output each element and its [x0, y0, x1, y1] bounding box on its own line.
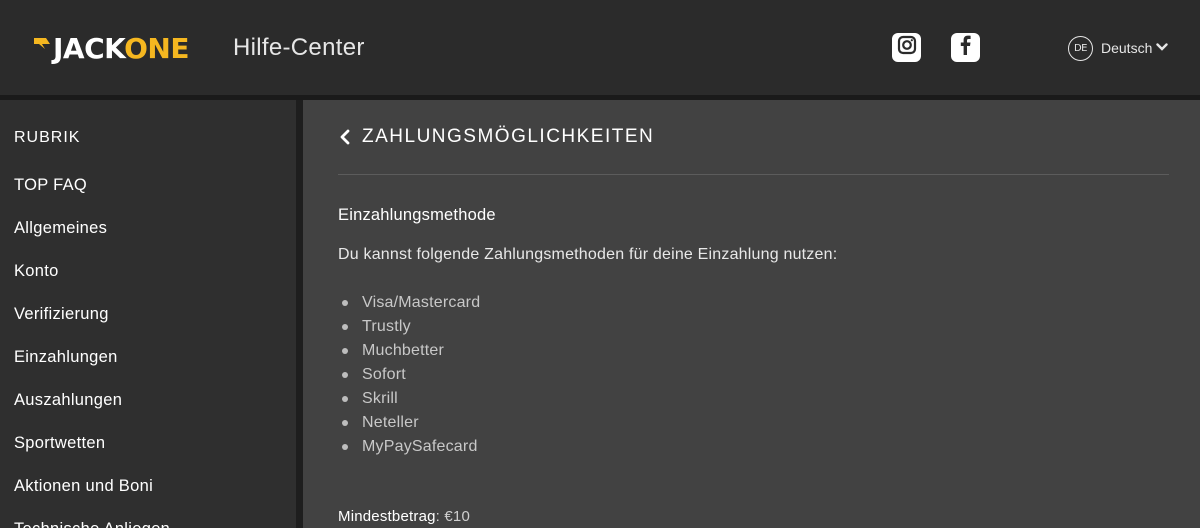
minimum-amount-value: : €10 — [435, 508, 471, 525]
header: JACKONE Hilfe-Center DE Deutsch — [0, 0, 1200, 95]
instagram-icon — [897, 35, 917, 60]
section-title: Einzahlungsmethode — [338, 206, 496, 224]
payment-method-label: Visa/Mastercard — [362, 294, 481, 311]
list-item: Neteller — [340, 411, 480, 435]
sidebar-item-einzahlungen[interactable]: Einzahlungen — [14, 348, 118, 367]
sidebar-item-verifizierung[interactable]: Verifizierung — [14, 305, 109, 324]
sidebar-divider — [296, 100, 303, 528]
payment-method-label: MyPaySafecard — [362, 438, 478, 455]
list-item: Visa/Mastercard — [340, 291, 480, 315]
header-title: Hilfe-Center — [233, 34, 365, 61]
sidebar-item-technische-anliegen[interactable]: Technische Anliegen — [14, 520, 170, 528]
logo-text: JACKONE — [53, 32, 189, 65]
page-title: ZAHLUNGSMÖGLICHKEITEN — [362, 126, 655, 147]
payment-methods-list: Visa/Mastercard Trustly Muchbetter Sofor… — [340, 291, 480, 459]
bullet-icon — [342, 372, 348, 378]
sidebar-item-aktionen-und-boni[interactable]: Aktionen und Boni — [14, 477, 153, 496]
sidebar-item-allgemeines[interactable]: Allgemeines — [14, 219, 107, 238]
minimum-amount: Mindestbetrag: €10 — [338, 508, 470, 525]
payment-method-label: Skrill — [362, 390, 398, 407]
payment-method-label: Sofort — [362, 366, 406, 383]
back-button[interactable]: ZAHLUNGSMÖGLICHKEITEN — [338, 126, 654, 148]
chevron-left-icon — [338, 127, 352, 147]
logo-arrow-icon — [34, 34, 54, 64]
list-item: Skrill — [340, 387, 480, 411]
list-item: MyPaySafecard — [340, 435, 480, 459]
language-label: Deutsch — [1101, 40, 1153, 56]
list-item: Muchbetter — [340, 339, 480, 363]
bullet-icon — [342, 324, 348, 330]
bullet-icon — [342, 396, 348, 402]
sidebar-item-sportwetten[interactable]: Sportwetten — [14, 434, 105, 453]
payment-method-label: Trustly — [362, 318, 411, 335]
bullet-icon — [342, 300, 348, 306]
language-code-badge: DE — [1068, 35, 1093, 61]
sidebar-item-auszahlungen[interactable]: Auszahlungen — [14, 391, 122, 410]
jackone-logo[interactable]: JACKONE — [34, 32, 189, 66]
sidebar-item-top-faq[interactable]: TOP FAQ — [14, 176, 87, 195]
chevron-down-icon — [1156, 39, 1169, 57]
title-divider — [338, 174, 1169, 175]
sidebar-heading: RUBRIK — [14, 129, 81, 146]
bullet-icon — [342, 420, 348, 426]
bullet-icon — [342, 348, 348, 354]
list-item: Sofort — [340, 363, 480, 387]
bullet-icon — [342, 444, 348, 450]
language-selector[interactable]: DE Deutsch — [1068, 35, 1169, 61]
facebook-icon — [956, 34, 976, 61]
sidebar-item-konto[interactable]: Konto — [14, 262, 59, 281]
facebook-link[interactable] — [951, 33, 980, 62]
intro-text: Du kannst folgende Zahlungsmethoden für … — [338, 246, 838, 263]
payment-method-label: Muchbetter — [362, 342, 445, 359]
payment-method-label: Neteller — [362, 414, 419, 431]
instagram-link[interactable] — [892, 33, 921, 62]
minimum-amount-label: Mindestbetrag — [338, 508, 436, 525]
list-item: Trustly — [340, 315, 480, 339]
